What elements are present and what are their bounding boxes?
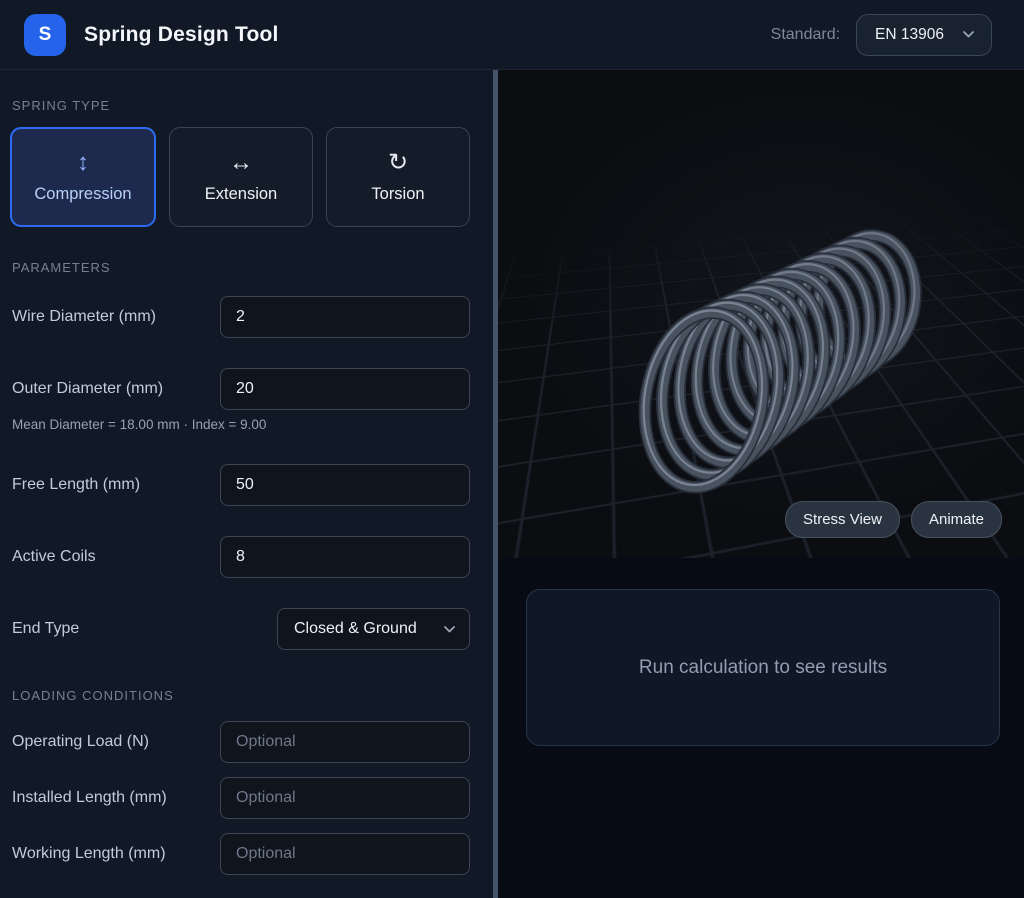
page-title: Spring Design Tool [84,23,279,47]
stress-view-button[interactable]: Stress View [785,501,900,538]
working-length-label: Working Length (mm) [12,833,166,875]
free-length-label: Free Length (mm) [12,464,140,506]
app-header: S Spring Design Tool Standard: EN 13906 [0,0,1024,70]
spring-3d-render [498,70,1024,558]
spring-type-label: Torsion [371,185,424,204]
header-right: Standard: EN 13906 [771,14,992,56]
outer-diameter-label: Outer Diameter (mm) [12,368,163,410]
spring-type-label: Extension [205,185,277,204]
chevron-down-icon [962,30,975,39]
spring-type-section-label: SPRING TYPE [12,98,110,113]
app-logo-letter: S [39,24,52,46]
app-logo: S [24,14,66,56]
chevron-down-icon [443,625,456,634]
animate-button[interactable]: Animate [911,501,1002,538]
wire-diameter-input[interactable] [220,296,470,338]
working-length-input[interactable] [220,833,470,875]
end-type-select[interactable]: Closed & Ground [277,608,470,650]
spring-type-selector: ↕ Compression ↔ Extension ↻ Torsion [10,127,470,227]
standard-select[interactable]: EN 13906 [856,14,992,56]
panel-scrollbar[interactable] [493,70,498,898]
horizontal-arrows-icon: ↔ [229,151,253,175]
active-coils-label: Active Coils [12,536,96,578]
parameters-section-label: PARAMETERS [12,260,111,275]
standard-label: Standard: [771,26,840,44]
outer-diameter-input[interactable] [220,368,470,410]
active-coils-input[interactable] [220,536,470,578]
loading-conditions-section-label: LOADING CONDITIONS [12,688,174,703]
results-empty-message: Run calculation to see results [639,657,887,679]
mean-diameter-helper: Mean Diameter = 18.00 mm · Index = 9.00 [12,417,266,432]
results-area: Run calculation to see results [498,558,1024,898]
spring-type-label: Compression [34,185,131,204]
end-type-select-value: Closed & Ground [294,620,417,638]
free-length-input[interactable] [220,464,470,506]
standard-select-value: EN 13906 [875,26,944,44]
viewport-3d[interactable]: Stress View Animate [498,70,1024,558]
operating-load-label: Operating Load (N) [12,721,149,763]
spring-type-torsion[interactable]: ↻ Torsion [326,127,470,227]
spring-type-extension[interactable]: ↔ Extension [169,127,313,227]
wire-diameter-label: Wire Diameter (mm) [12,296,156,338]
spring-design-tool-app: S Spring Design Tool Standard: EN 13906 … [0,0,1024,898]
right-panel: Stress View Animate Run calculation to s… [498,70,1024,898]
viewport-buttons: Stress View Animate [785,501,1002,538]
left-panel: SPRING TYPE ↕ Compression ↔ Extension ↻ … [0,70,493,898]
end-type-label: End Type [12,608,79,650]
rotate-cw-icon: ↻ [388,151,408,175]
vertical-arrows-icon: ↕ [77,151,89,175]
installed-length-label: Installed Length (mm) [12,777,167,819]
spring-type-compression[interactable]: ↕ Compression [10,127,156,227]
results-card: Run calculation to see results [526,589,1000,746]
operating-load-input[interactable] [220,721,470,763]
installed-length-input[interactable] [220,777,470,819]
